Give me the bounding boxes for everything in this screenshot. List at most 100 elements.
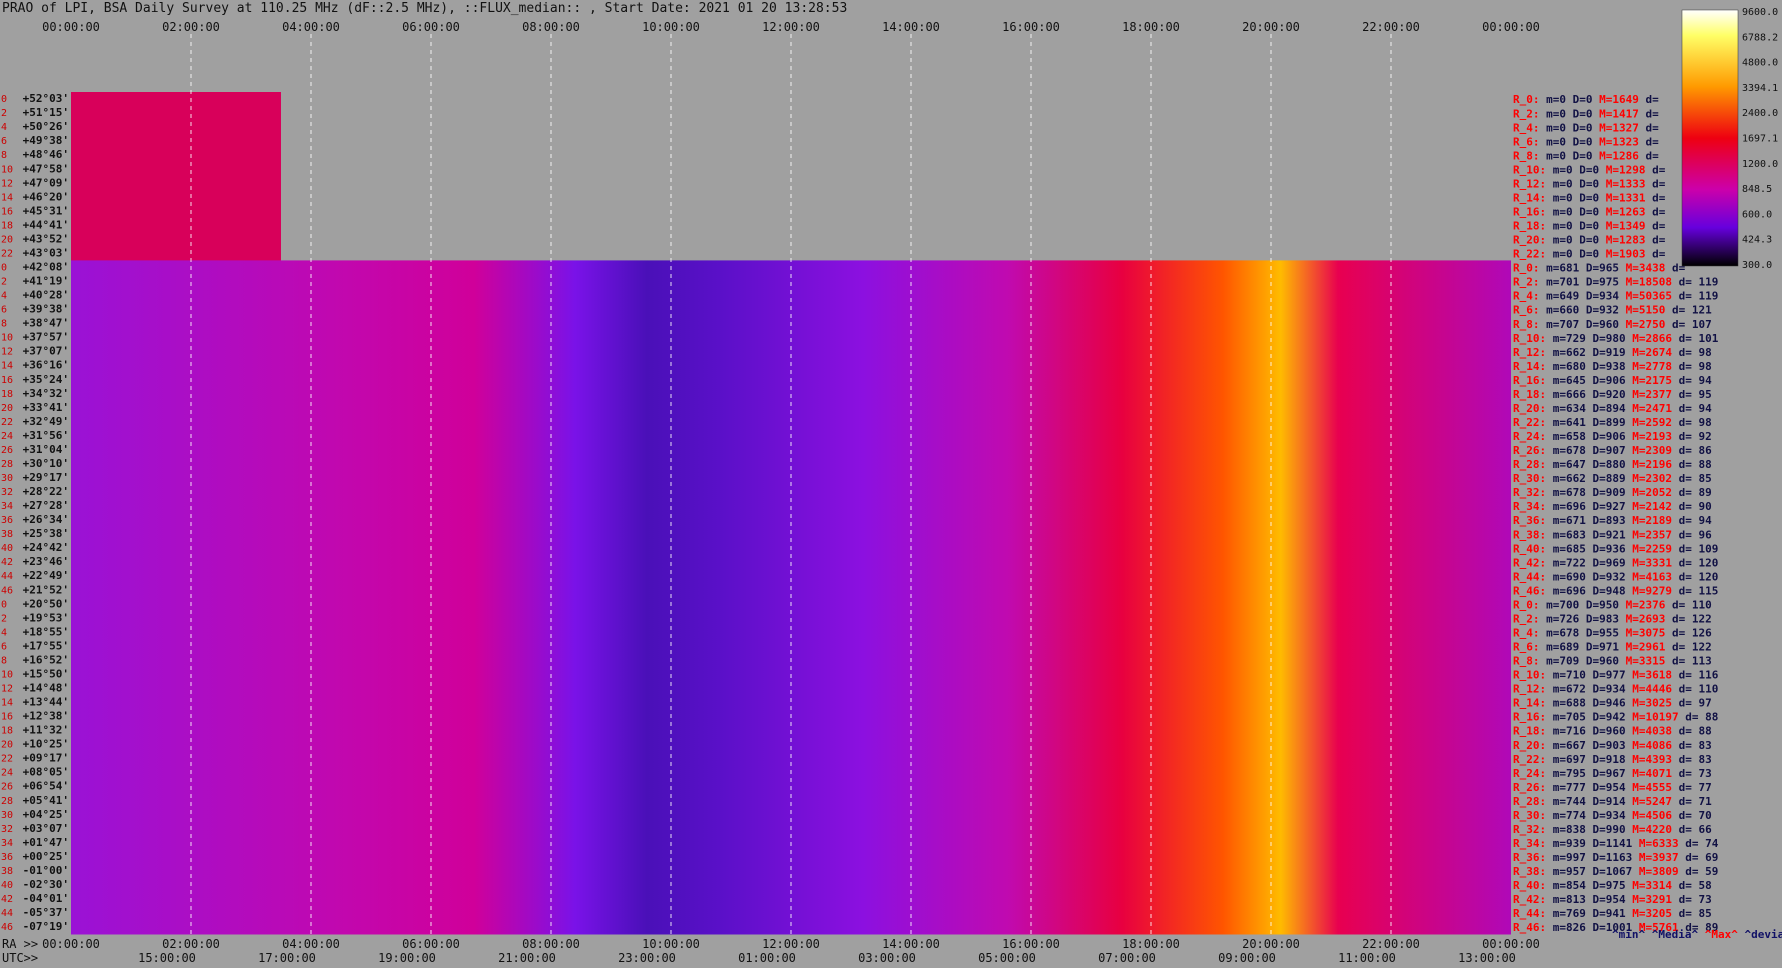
- row-stat: R_38: m=683 D=921 M=2357 d= 96: [1513, 528, 1712, 541]
- row-stat: R_30: m=774 D=934 M=4506 d= 70: [1513, 809, 1712, 822]
- utc-tick-label: 01:00:00: [738, 951, 796, 965]
- top-tick-label: 04:00:00: [282, 20, 340, 34]
- row-index: 40: [1, 543, 13, 554]
- row-stat: R_24: m=658 D=906 M=2193 d= 92: [1513, 430, 1712, 443]
- row-index: 40: [1, 880, 13, 891]
- ra-tick-label: 10:00:00: [642, 937, 700, 951]
- declination-label: -01°00': [23, 864, 69, 877]
- ra-tick-label: 06:00:00: [402, 937, 460, 951]
- row-stat: R_6: m=660 D=932 M=5150 d= 121: [1513, 304, 1712, 317]
- row-index: 44: [1, 908, 13, 919]
- row-index: 0: [1, 599, 7, 610]
- row-index: 10: [1, 333, 13, 344]
- row-index: 8: [1, 655, 7, 666]
- declination-label: +25°38': [23, 527, 69, 540]
- colorbar: [1681, 9, 1739, 267]
- declination-label: +24°42': [23, 541, 69, 554]
- row-index: 26: [1, 782, 13, 793]
- row-stat: R_16: m=0 D=0 M=1263 d=: [1513, 205, 1666, 218]
- row-index: 8: [1, 319, 7, 330]
- declination-label: +16°52': [23, 653, 69, 666]
- row-index: 26: [1, 445, 13, 456]
- row-index: 20: [1, 403, 13, 414]
- heatmap-row: [71, 176, 281, 191]
- row-stat: R_34: m=939 D=1141 M=6333 d= 74: [1513, 837, 1719, 850]
- top-tick-label: 00:00:00: [42, 20, 100, 34]
- row-stat: R_38: m=957 D=1067 M=3809 d= 59: [1513, 865, 1718, 878]
- ra-tick-label: 16:00:00: [1002, 937, 1060, 951]
- row-index: 46: [1, 922, 13, 933]
- row-index: 22: [1, 417, 13, 428]
- declination-label: +12°38': [23, 710, 69, 723]
- row-index: 0: [1, 263, 7, 274]
- colorbar-tick-label: 300.0: [1742, 260, 1772, 271]
- stats-legend: ^min^ ^Media^ ^Max^ ^devia^: [1612, 928, 1782, 941]
- row-stat: R_28: m=744 D=914 M=5247 d= 71: [1513, 795, 1712, 808]
- row-index: 14: [1, 192, 13, 203]
- declination-label: +37°07': [23, 345, 69, 358]
- declination-label: +51°15': [23, 106, 69, 119]
- row-stat: R_30: m=662 D=889 M=2302 d= 85: [1513, 472, 1712, 485]
- top-tick-label: 14:00:00: [882, 20, 940, 34]
- heatmap-chart: 00:00:00 02:00:00 04:00:00 06:00:00 08:00:00…: [1, 7, 1782, 965]
- row-stat: R_16: m=645 D=906 M=2175 d= 94: [1513, 374, 1712, 387]
- row-stat: R_2: m=0 D=0 M=1417 d=: [1513, 107, 1659, 120]
- ra-tick-label: 18:00:00: [1122, 937, 1180, 951]
- declination-label: +19°53': [23, 611, 69, 624]
- utc-tick-label: 03:00:00: [858, 951, 916, 965]
- row-index: 6: [1, 305, 7, 316]
- row-index: 32: [1, 824, 13, 835]
- declination-label: -07°19': [23, 920, 69, 933]
- declination-label: +34°32': [23, 387, 69, 400]
- row-index: 28: [1, 796, 13, 807]
- heatmap-row: [71, 134, 281, 149]
- declination-label: +10°25': [23, 738, 69, 751]
- declination-label: +17°55': [23, 639, 69, 652]
- colorbar-tick-label: 848.5: [1742, 184, 1772, 195]
- declination-label: +48°46': [23, 148, 69, 161]
- declination-label: +43°52': [23, 232, 69, 245]
- declination-label: +50°26': [23, 120, 69, 133]
- row-stat: R_8: m=707 D=960 M=2750 d= 107: [1513, 318, 1712, 331]
- declination-label: +27°28': [23, 499, 69, 512]
- utc-tick-label: 05:00:00: [978, 951, 1036, 965]
- row-stat: R_18: m=0 D=0 M=1349 d=: [1513, 220, 1666, 233]
- declination-label: +38°47': [23, 317, 69, 330]
- row-index: 14: [1, 361, 13, 372]
- declination-label: +08°05': [23, 766, 69, 779]
- heatmap-row: [71, 218, 281, 233]
- row-index: 6: [1, 641, 7, 652]
- row-stat: R_22: m=697 D=918 M=4393 d= 83: [1513, 753, 1712, 766]
- colorbar-tick-label: 1200.0: [1742, 159, 1778, 170]
- heatmap-row: [71, 162, 281, 177]
- ra-tick-label: 12:00:00: [762, 937, 820, 951]
- row-stat: R_2: m=726 D=983 M=2693 d= 122: [1513, 612, 1712, 625]
- declination-label: +52°03': [23, 92, 69, 105]
- utc-tick-label: 19:00:00: [378, 951, 436, 965]
- row-index: 18: [1, 389, 13, 400]
- heatmap-row: [71, 106, 281, 121]
- ra-tick-label: 14:00:00: [882, 937, 940, 951]
- row-stat: R_22: m=0 D=0 M=1903 d=: [1513, 248, 1666, 261]
- row-stat: R_28: m=647 D=880 M=2196 d= 88: [1513, 458, 1712, 471]
- utc-axis-label: UTC>>: [2, 951, 38, 965]
- top-tick-label: 02:00:00: [162, 20, 220, 34]
- row-index: 36: [1, 852, 13, 863]
- row-stat: R_36: m=997 D=1163 M=3937 d= 69: [1513, 851, 1718, 864]
- top-tick-label: 16:00:00: [1002, 20, 1060, 34]
- row-index: 22: [1, 754, 13, 765]
- survey-screen: PRAO of LPI, BSA Daily Survey at 110.25 …: [0, 0, 1782, 968]
- row-stat: R_8: m=0 D=0 M=1286 d=: [1513, 149, 1659, 162]
- row-stat: R_20: m=0 D=0 M=1283 d=: [1513, 234, 1666, 247]
- row-stat: R_14: m=688 D=946 M=3025 d= 97: [1513, 697, 1712, 710]
- ra-axis-label: RA >>: [2, 937, 38, 951]
- declination-label: +45°31': [23, 204, 69, 217]
- heatmap-row: [71, 204, 281, 219]
- top-tick-label: 18:00:00: [1122, 20, 1180, 34]
- row-index: 4: [1, 122, 7, 133]
- row-stat: R_4: m=678 D=955 M=3075 d= 126: [1513, 626, 1712, 639]
- declination-label: +00°25': [23, 850, 69, 863]
- declination-label: +26°34': [23, 513, 69, 526]
- colorbar-tick-label: 1697.1: [1742, 134, 1778, 145]
- row-index: 42: [1, 894, 13, 905]
